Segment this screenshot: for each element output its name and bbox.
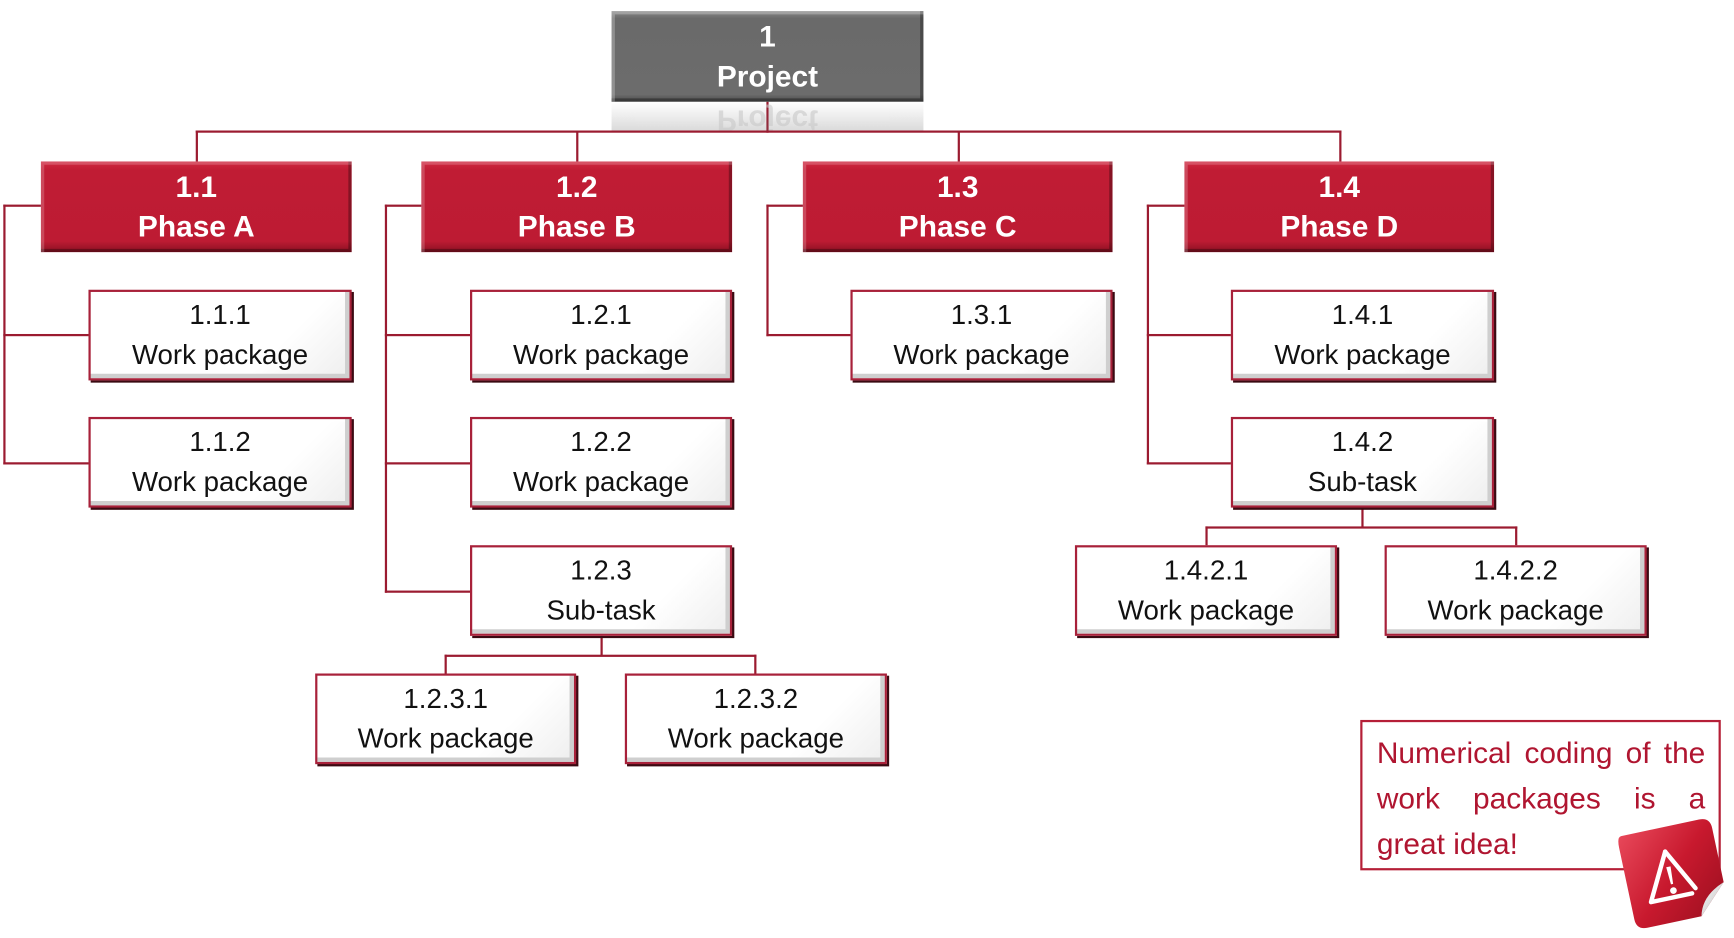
connector (1146, 333, 1231, 337)
node-label: Work package (1274, 339, 1451, 371)
node-label: Phase A (137, 210, 255, 244)
node-code: 1.3 (936, 170, 979, 204)
connector (600, 635, 603, 656)
node-label: Project (716, 59, 819, 93)
work-package-node[interactable]: 1.2.1 Work package (470, 289, 733, 381)
node-code: 1.2.1 (570, 299, 632, 331)
node-label: Work package (1427, 594, 1604, 626)
work-package-node[interactable]: 1.2.3.1 Work package (315, 673, 577, 765)
node-code: 1.2.3 (570, 555, 632, 587)
node-label: Work package (131, 339, 309, 371)
node-label: Work package (667, 723, 844, 755)
node-code: 1.4.1 (1331, 299, 1394, 331)
phase-node-b[interactable]: 1.2 Phase B (421, 161, 733, 253)
connector (766, 204, 769, 337)
connector (195, 130, 1342, 133)
node-label: Work package (512, 339, 690, 371)
connector (3, 333, 89, 337)
node-code: 1.2 (555, 170, 598, 204)
connector (766, 333, 851, 337)
connector (384, 333, 471, 337)
node-code: 1.1.1 (189, 299, 251, 331)
connector (957, 130, 960, 162)
connector (754, 654, 757, 674)
work-package-node[interactable]: 1.2.3.2 Work package (624, 673, 887, 765)
node-code: 1.1 (175, 170, 218, 204)
connector (1361, 507, 1364, 528)
connector (3, 204, 41, 207)
work-package-node[interactable]: 1.4.2.1 Work package (1074, 545, 1338, 636)
node-code: 1.4.2 (1331, 426, 1394, 458)
root-node-project[interactable]: 1 Project (611, 11, 924, 102)
connector (384, 204, 422, 207)
work-package-node[interactable]: 1.3.1 Work package (850, 289, 1113, 381)
node-label: Phase D (1280, 210, 1399, 244)
node-code: 1.4.2.2 (1473, 555, 1558, 587)
phase-node-a[interactable]: 1.1 Phase A (40, 161, 352, 253)
node-label: Sub-task (1307, 466, 1418, 498)
connector (195, 130, 198, 162)
connector (1205, 526, 1208, 546)
work-package-node[interactable]: 1.1.1 Work package (88, 289, 352, 381)
phase-node-c[interactable]: 1.3 Phase C (802, 161, 1113, 253)
connector (384, 462, 471, 465)
work-package-node[interactable]: 1.1.2 Work package (88, 416, 352, 508)
work-package-node[interactable]: 1.2.2 Work package (470, 416, 733, 508)
node-code: 1.2.3.1 (403, 683, 488, 715)
connector (1205, 526, 1518, 529)
node-code: 1.1.2 (189, 426, 251, 458)
work-package-node[interactable]: 1.4.1 Work package (1230, 289, 1495, 381)
phase-node-d[interactable]: 1.4 Phase D (1184, 161, 1495, 253)
node-code: 1.2.2 (570, 426, 632, 458)
node-code: 1.3.1 (950, 299, 1013, 331)
node-label: Phase B (517, 210, 636, 244)
connector (766, 204, 803, 207)
work-package-node[interactable]: 1.4.2.2 Work package (1384, 545, 1647, 636)
node-code: 1.4.2.1 (1163, 555, 1249, 587)
sub-task-node[interactable]: 1.4.2 Sub-task (1230, 416, 1495, 508)
connector (576, 130, 579, 162)
warning-sticker-icon (1618, 819, 1724, 929)
node-code: 1.2.3.2 (713, 683, 799, 715)
wbs-diagram: Project 1 Project 1.1 Phase A 1.2 Phase … (0, 0, 1734, 938)
node-label: Work package (1117, 594, 1295, 626)
connector (384, 590, 471, 593)
connector (1515, 526, 1518, 546)
node-label: Work package (512, 466, 690, 498)
connector (384, 204, 388, 593)
connector (1339, 130, 1342, 162)
sub-task-node[interactable]: 1.2.3 Sub-task (470, 545, 733, 636)
node-code: 1.4 (1318, 170, 1360, 204)
connector (444, 654, 757, 657)
node-code: 1 (759, 19, 776, 54)
connector (1146, 462, 1231, 465)
root-reflection: Project (611, 101, 924, 131)
connector (1146, 204, 1185, 207)
node-label: Sub-task (546, 594, 656, 626)
node-label: Phase C (898, 210, 1017, 244)
connector (444, 654, 447, 674)
node-label: Work package (357, 723, 534, 755)
connector (3, 462, 89, 465)
node-label: Work package (893, 339, 1070, 371)
node-label: Work package (131, 466, 309, 498)
